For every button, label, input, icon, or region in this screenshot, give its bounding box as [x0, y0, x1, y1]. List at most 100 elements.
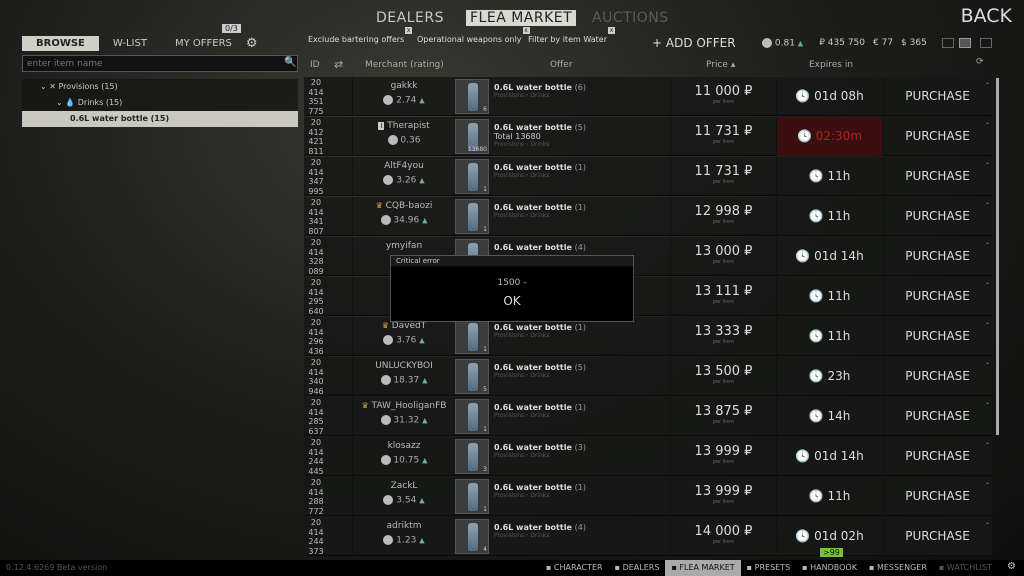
clock-icon: 🕓 [796, 129, 812, 143]
id-part: 421 [308, 137, 324, 146]
view-list-icon[interactable] [959, 38, 971, 48]
chevron-down-icon[interactable]: ⌄ [985, 199, 990, 206]
offer-details: 0.6L water bottle (6) Provisions › Drink… [494, 77, 670, 116]
header-price[interactable]: Price ▴ [706, 60, 735, 70]
view-grid-icon[interactable] [980, 38, 992, 48]
merchant[interactable]: ZackL 3.54 ▲ [352, 477, 455, 516]
price-value: 13 333 ₽ [694, 324, 753, 339]
purchase-button[interactable]: PURCHASE [883, 77, 991, 116]
nav-flea-market[interactable]: ▪ FLEA MARKET [665, 560, 741, 576]
purchase-button[interactable]: PURCHASE [883, 437, 991, 476]
chevron-down-icon[interactable]: ⌄ [985, 239, 990, 246]
nav-character[interactable]: ▪ CHARACTER [540, 560, 609, 576]
merchant[interactable]: gakkk 2.74 ▲ [352, 77, 455, 116]
checkbox-icon[interactable]: x [607, 27, 615, 34]
chevron-down-icon[interactable]: ⌄ [985, 519, 990, 526]
offer-details: 0.6L water bottle (1) Provisions › Drink… [494, 477, 670, 516]
purchase-button[interactable]: PURCHASE [883, 397, 991, 436]
item-qty: (1) [574, 203, 587, 212]
chevron-down-icon[interactable]: ⌄ [985, 279, 990, 286]
nav-presets[interactable]: ▪ PRESETS [741, 560, 797, 576]
purchase-button[interactable]: PURCHASE [883, 357, 991, 396]
item-image[interactable]: 6 [455, 79, 489, 114]
purchase-button[interactable]: PURCHASE [883, 237, 991, 276]
header-expires[interactable]: Expires in [809, 60, 853, 70]
back-button[interactable]: BACK [961, 5, 1012, 27]
tab-browse[interactable]: BROWSE [22, 36, 99, 51]
purchase-button[interactable]: PURCHASE [883, 197, 991, 236]
nav-dealers[interactable]: ▪ DEALERS [609, 560, 666, 576]
gear-icon[interactable]: ⚙ [246, 36, 258, 51]
item-image[interactable]: 1 [455, 199, 489, 234]
purchase-button[interactable]: PURCHASE [883, 277, 991, 316]
clock-icon: 🕓 [795, 449, 811, 463]
item-image[interactable]: 5 [455, 359, 489, 394]
arrow-up-icon: ▲ [797, 39, 804, 48]
ok-button[interactable]: OK [391, 294, 633, 308]
purchase-button[interactable]: PURCHASE [883, 117, 991, 156]
nav-messenger[interactable]: ▪ MESSENGER [863, 560, 933, 576]
tab-my-offers[interactable]: MY OFFERS [161, 36, 246, 51]
tree-node-drinks[interactable]: ⌄ 💧 Drinks (15) [22, 95, 298, 111]
item-image[interactable]: 1 [455, 159, 489, 194]
filter-operational-weapons[interactable]: Operational weapons only x [417, 27, 530, 44]
scrollbar[interactable] [996, 78, 999, 435]
checkbox-icon[interactable]: x [522, 27, 530, 34]
merchant[interactable]: adriktm 1.23 ▲ [352, 517, 455, 556]
chevron-down-icon[interactable]: ⌄ [985, 439, 990, 446]
merchant[interactable]: UNLUCKYBOI 18.37 ▲ [352, 357, 455, 396]
filter-by-item[interactable]: Filter by item Water x [528, 27, 615, 44]
price: 13 333 ₽ per item [670, 317, 776, 356]
purchase-button[interactable]: PURCHASE [883, 477, 991, 516]
chevron-down-icon[interactable]: ⌄ [985, 159, 990, 166]
arrow-up-icon: ▲ [419, 336, 425, 345]
merchant[interactable]: ♛ DavedT 3.76 ▲ [352, 317, 455, 356]
offer-row: 20 414 340 946 UNLUCKYBOI 18.37 ▲ 5 0.6L wa… [304, 357, 992, 396]
chevron-down-icon[interactable]: ⌄ [985, 359, 990, 366]
tree-node-provisions[interactable]: ⌄ ✕ Provisions (15) [22, 79, 298, 95]
item-category: Provisions › Drinks [494, 212, 550, 219]
merchant[interactable]: I Therapist 0.36 [352, 117, 455, 156]
add-offer-button[interactable]: + ADD OFFER [652, 36, 736, 50]
item-image[interactable]: 1 [455, 479, 489, 514]
refresh-icon[interactable]: ⟳ [976, 57, 984, 67]
item-image[interactable]: 1 [455, 319, 489, 354]
nav-handbook[interactable]: ▪ HANDBOOK [796, 560, 863, 576]
settings-icon[interactable]: ⚙ [1007, 561, 1016, 572]
header-merchant[interactable]: Merchant (rating) [365, 60, 444, 70]
merchant[interactable]: AltF4you 3.26 ▲ [352, 157, 455, 196]
tree-node-water-bottle[interactable]: 0.6L water bottle (15) [22, 111, 298, 127]
item-image[interactable]: 3 [455, 439, 489, 474]
header-id[interactable]: ID [310, 60, 320, 70]
item-image[interactable]: 13680 [455, 119, 489, 154]
view-compact-icon[interactable] [942, 38, 954, 48]
merchant[interactable]: ♛ CQB-baozi 34.96 ▲ [352, 197, 455, 236]
item-qty: (3) [574, 443, 587, 452]
chevron-down-icon[interactable]: ⌄ [985, 319, 990, 326]
merchant[interactable]: ♛ TAW_HooliganFB 31.32 ▲ [352, 397, 455, 436]
purchase-button[interactable]: PURCHASE [883, 317, 991, 356]
chevron-down-icon[interactable]: ⌄ [985, 399, 990, 406]
id-part: 20 [310, 358, 322, 367]
item-image[interactable]: 1 [455, 399, 489, 434]
water-bottle-icon [468, 203, 478, 231]
chevron-down-icon[interactable]: ⌄ [985, 479, 990, 486]
tab-wishlist[interactable]: W-LIST [99, 36, 161, 51]
offer-details: 0.6L water bottle (1) Provisions › Drink… [494, 197, 670, 236]
clock-icon: 🕓 [808, 409, 824, 423]
item-image[interactable]: 4 [455, 519, 489, 554]
header-offer[interactable]: Offer [550, 60, 573, 70]
filter-exclude-barter[interactable]: Exclude bartering offers x [308, 27, 413, 44]
merchant-name: TAW_HooliganFB [371, 401, 447, 411]
chevron-down-icon[interactable]: ⌄ [985, 119, 990, 126]
search-input[interactable] [22, 55, 298, 72]
chevron-down-icon[interactable]: ⌄ [985, 79, 990, 86]
search-icon[interactable]: 🔍 [284, 57, 296, 68]
purchase-button[interactable]: PURCHASE [883, 517, 991, 556]
merchant[interactable]: klosazz 10.75 ▲ [352, 437, 455, 476]
tab-flea-market[interactable]: FLEA MARKET [466, 10, 577, 26]
checkbox-icon[interactable]: x [405, 27, 413, 34]
swap-icon[interactable]: ⇄ [334, 58, 343, 71]
tab-dealers[interactable]: DEALERS [376, 10, 444, 26]
purchase-button[interactable]: PURCHASE [883, 157, 991, 196]
